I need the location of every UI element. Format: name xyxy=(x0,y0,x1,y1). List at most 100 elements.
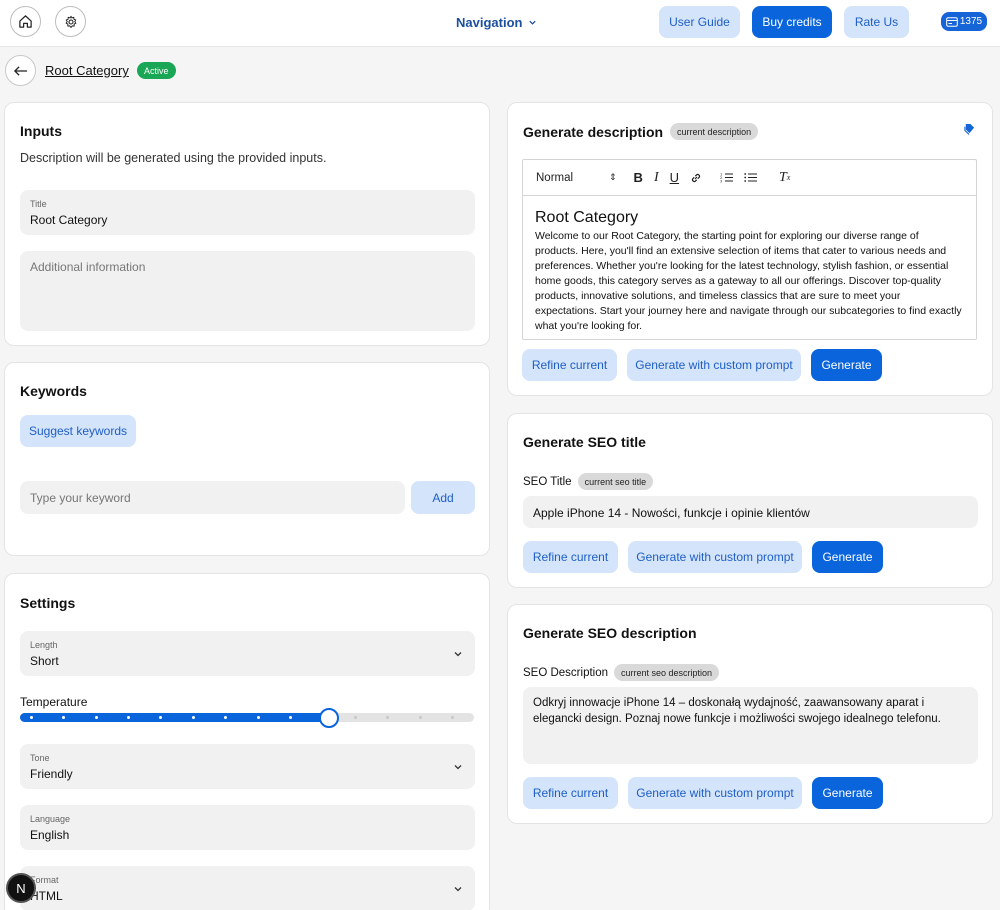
text-style-value: Normal xyxy=(536,171,574,184)
underline-icon[interactable]: U xyxy=(670,170,679,185)
tags-icon[interactable] xyxy=(964,123,975,136)
seo-description-refine-current-button[interactable]: Refine current xyxy=(523,777,618,809)
keyword-input[interactable]: Type your keyword xyxy=(20,481,405,514)
settings-card: Settings Length Short Temperature Tone F… xyxy=(4,573,490,910)
seo-title-card: Generate SEO title SEO Title current seo… xyxy=(507,413,993,588)
length-label: Length xyxy=(30,640,58,650)
length-select[interactable]: Length Short xyxy=(20,631,475,676)
description-refine-current-button[interactable]: Refine current xyxy=(522,349,617,381)
slider-tick xyxy=(256,716,260,719)
user-guide-button[interactable]: User Guide xyxy=(659,6,740,38)
top-bar: Navigation User Guide Buy credits Rate U… xyxy=(0,0,1000,47)
seo-title-label: SEO Title xyxy=(523,475,572,488)
ordered-list-icon[interactable]: 123 xyxy=(720,172,733,183)
seo-description-input[interactable]: Odkryj innowacje iPhone 14 – doskonałą w… xyxy=(523,687,978,764)
inputs-card: Inputs Description will be generated usi… xyxy=(4,102,490,346)
home-button[interactable] xyxy=(10,6,41,37)
slider-tick xyxy=(191,716,195,719)
clear-format-icon[interactable]: Tx xyxy=(779,170,790,186)
suggest-keywords-button[interactable]: Suggest keywords xyxy=(20,415,136,447)
additional-information-field[interactable]: Additional information xyxy=(20,251,475,331)
tone-label: Tone xyxy=(30,753,50,763)
additional-information-placeholder: Additional information xyxy=(30,260,146,274)
inputs-subtitle: Description will be generated using the … xyxy=(20,151,327,165)
back-button[interactable] xyxy=(5,55,36,86)
description-editor[interactable]: Normal ⇕ B I U 123 Tx Root Category Welc… xyxy=(522,159,977,340)
bold-icon[interactable]: B xyxy=(634,170,643,185)
chevron-down-icon xyxy=(454,651,462,656)
seo-title-heading: Generate SEO title xyxy=(523,434,646,450)
temperature-slider-thumb[interactable] xyxy=(318,708,339,728)
language-label: Language xyxy=(30,814,71,824)
seo-title-input[interactable]: Apple iPhone 14 - Nowości, funkcje i opi… xyxy=(523,496,978,528)
language-value: English xyxy=(30,828,70,842)
title-field[interactable]: Title Root Category xyxy=(20,190,475,235)
breadcrumb-root-category[interactable]: Root Category xyxy=(45,63,129,78)
settings-button[interactable] xyxy=(55,6,86,37)
current-description-chip: current description xyxy=(670,123,759,140)
seo-description-custom-prompt-button[interactable]: Generate with custom prompt xyxy=(628,777,802,809)
temperature-slider[interactable] xyxy=(20,713,474,722)
length-value: Short xyxy=(30,654,59,668)
current-seo-description-chip: current seo description xyxy=(614,664,720,681)
seo-title-generate-button[interactable]: Generate xyxy=(812,541,883,573)
chevron-down-icon xyxy=(529,20,537,25)
credits-badge[interactable]: 1375 xyxy=(941,12,987,31)
seo-title-value: Apple iPhone 14 - Nowości, funkcje i opi… xyxy=(533,506,810,520)
format-select[interactable]: Format HTML xyxy=(20,866,475,910)
floating-n-badge[interactable]: N xyxy=(6,873,36,903)
slider-tick xyxy=(127,716,130,719)
keywords-card: Keywords Suggest keywords Type your keyw… xyxy=(4,362,490,556)
gear-icon xyxy=(65,15,76,28)
italic-icon[interactable]: I xyxy=(654,170,659,186)
slider-tick xyxy=(29,716,33,719)
chevron-down-icon xyxy=(454,764,462,769)
editor-content[interactable]: Root Category Welcome to our Root Catego… xyxy=(523,196,976,334)
editor-paragraph: Welcome to our Root Category, the starti… xyxy=(535,230,962,332)
tone-value: Friendly xyxy=(30,767,73,781)
slider-tick xyxy=(386,716,390,719)
seo-description-label: SEO Description xyxy=(523,666,609,679)
status-badge: Active xyxy=(137,62,176,79)
bullet-list-icon[interactable] xyxy=(744,172,757,183)
add-keyword-button[interactable]: Add xyxy=(411,481,475,514)
slider-tick xyxy=(418,716,422,719)
buy-credits-button[interactable]: Buy credits xyxy=(752,6,832,38)
arrow-left-icon xyxy=(13,65,28,76)
description-custom-prompt-button[interactable]: Generate with custom prompt xyxy=(627,349,801,381)
seo-description-generate-button[interactable]: Generate xyxy=(812,777,883,809)
text-style-select[interactable]: Normal xyxy=(536,172,598,184)
title-field-label: Title xyxy=(30,199,47,209)
description-generate-button[interactable]: Generate xyxy=(811,349,882,381)
settings-title: Settings xyxy=(20,595,76,611)
seo-description-value: Odkryj innowacje iPhone 14 – doskonałą w… xyxy=(533,697,941,725)
rate-us-button[interactable]: Rate Us xyxy=(844,6,909,38)
home-icon xyxy=(19,15,32,28)
seo-description-card: Generate SEO description SEO Description… xyxy=(507,604,993,824)
slider-tick xyxy=(94,716,98,719)
seo-description-heading: Generate SEO description xyxy=(523,625,697,641)
slider-tick xyxy=(354,716,357,719)
chevron-down-icon xyxy=(454,886,462,891)
keywords-title: Keywords xyxy=(20,383,87,399)
editor-toolbar: Normal ⇕ B I U 123 Tx xyxy=(523,160,976,196)
keyword-input-placeholder: Type your keyword xyxy=(30,491,131,505)
seo-title-refine-current-button[interactable]: Refine current xyxy=(523,541,618,573)
tone-select[interactable]: Tone Friendly xyxy=(20,744,475,789)
current-seo-title-chip: current seo title xyxy=(577,473,654,490)
navigation-label: Navigation xyxy=(456,15,523,30)
slider-tick xyxy=(451,716,455,719)
editor-heading: Root Category xyxy=(535,209,639,226)
temperature-label: Temperature xyxy=(20,695,88,709)
navigation-dropdown[interactable]: Navigation xyxy=(456,15,537,30)
generate-description-title: Generate description xyxy=(523,123,664,140)
link-icon[interactable] xyxy=(690,172,702,184)
svg-text:3: 3 xyxy=(720,180,722,184)
seo-title-custom-prompt-button[interactable]: Generate with custom prompt xyxy=(628,541,802,573)
temperature-slider-fill xyxy=(20,713,329,722)
text-style-arrows-icon: ⇕ xyxy=(609,172,617,182)
title-field-value: Root Category xyxy=(30,213,108,227)
inputs-title: Inputs xyxy=(20,123,62,139)
credits-count: 1375 xyxy=(959,16,983,27)
language-select[interactable]: Language English xyxy=(20,805,475,850)
